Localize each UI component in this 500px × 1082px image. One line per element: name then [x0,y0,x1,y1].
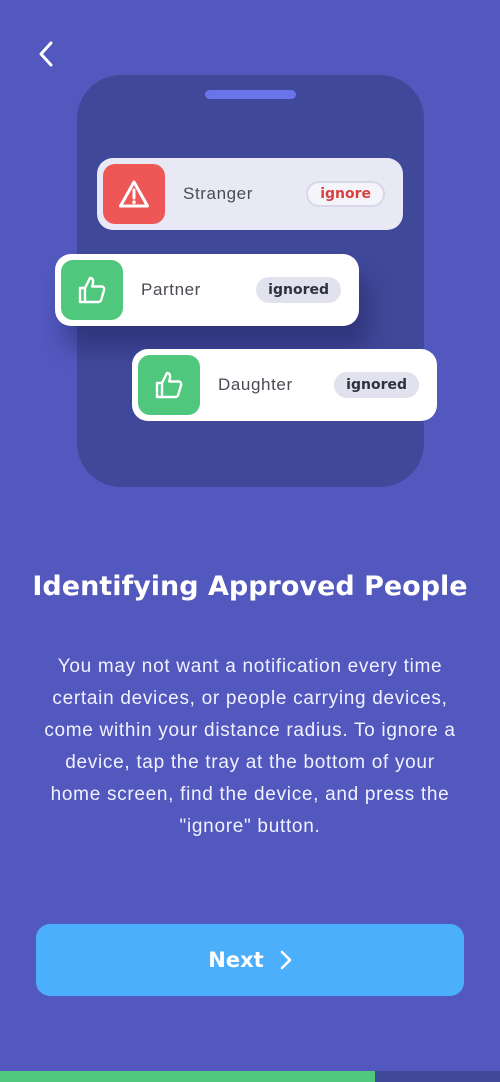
ignored-badge: ignored [334,372,419,398]
description-text: You may not want a notification every ti… [44,656,456,837]
back-button[interactable] [30,38,62,70]
ignore-button: ignore [306,181,385,207]
device-card-partner: Partner ignored [55,254,359,326]
device-name: Daughter [218,375,293,394]
device-card-stranger: Stranger ignore [97,158,403,230]
device-name: Stranger [183,184,254,203]
chevron-left-icon [39,41,53,67]
page-title: Identifying Approved People [32,571,468,602]
phone-speaker [205,90,296,99]
warning-triangle-icon [119,180,149,208]
device-card-daughter: Daughter ignored [132,349,437,421]
onboarding-progress-bar [0,1071,500,1082]
thumbs-up-icon [78,276,106,304]
progress-fill [0,1071,375,1082]
next-button[interactable]: Next [36,924,464,996]
ignored-badge: ignored [256,277,341,303]
approved-badge [138,355,200,415]
thumbs-up-icon [155,371,183,399]
next-button-label: Next [208,948,264,972]
approved-badge [61,260,123,320]
chevron-right-icon [280,950,292,970]
device-name: Partner [141,280,201,299]
warning-badge [103,164,165,224]
